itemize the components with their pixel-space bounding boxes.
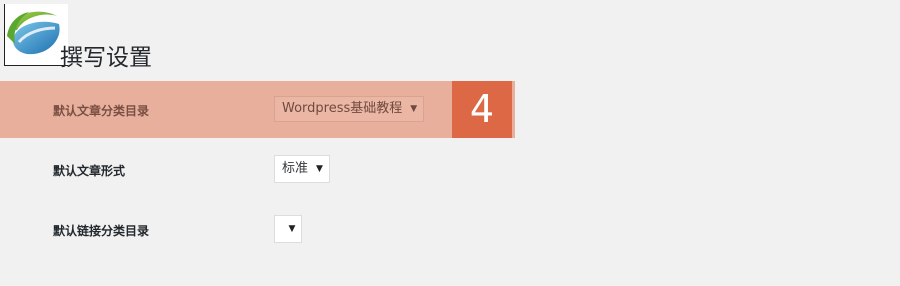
writing-settings-page: 撰写设置 4 默认文章分类目录 Wordpress基础教程 ▼ 默认文章形式 标… [0,0,900,286]
page-title: 撰写设置 [60,45,152,71]
default-post-category-select[interactable]: Wordpress基础教程 ▼ [274,96,425,122]
default-post-category-label: 默认文章分类目录 [53,104,150,118]
step-badge: 4 [452,81,512,138]
badge-edge [512,81,515,138]
caret-down-icon: ▼ [288,224,296,234]
caret-down-icon: ▼ [316,164,323,174]
caret-down-icon: ▼ [410,104,418,114]
default-post-format-select[interactable]: 标准 ▼ [274,155,330,183]
select-value: 标准 [282,161,309,176]
site-logo [4,4,68,66]
select-value: Wordpress基础教程 [282,101,403,116]
default-link-category-select[interactable]: ▼ [274,215,302,243]
default-post-format-label: 默认文章形式 [53,164,126,178]
default-link-category-label: 默认链接分类目录 [53,224,150,238]
leaf-logo-icon [7,11,60,55]
